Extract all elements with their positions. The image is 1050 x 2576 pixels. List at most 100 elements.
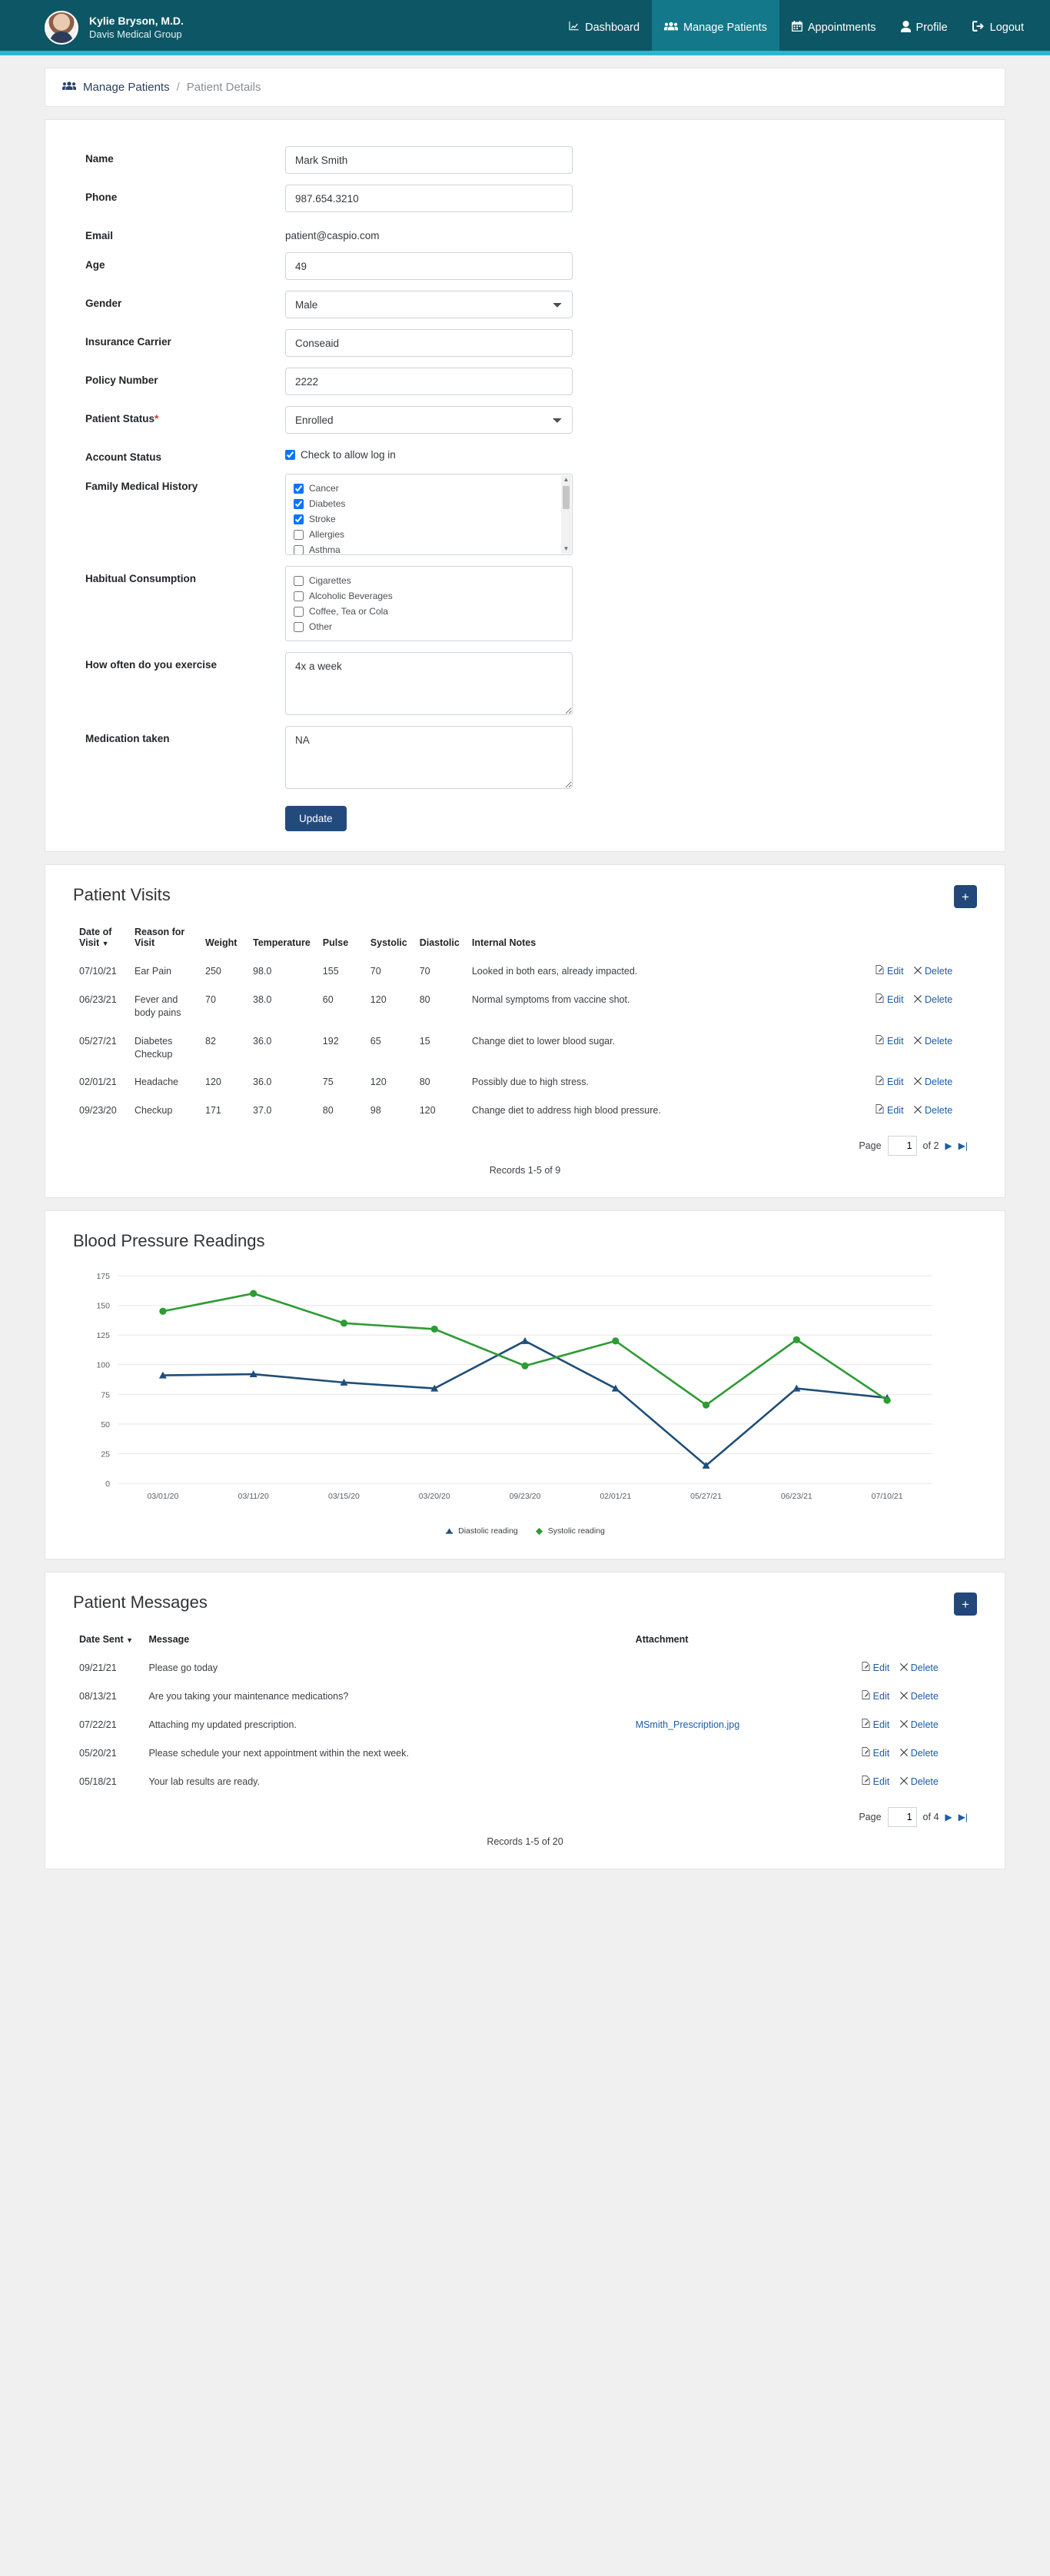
th-internal-notes[interactable]: Internal Notes [466,920,869,957]
edit-link[interactable]: Edit [876,1076,904,1089]
scrollbar-thumb[interactable] [563,486,570,509]
edit-link[interactable]: Edit [876,1104,904,1117]
delete-link[interactable]: Delete [914,1104,952,1117]
close-icon [914,993,922,1007]
delete-link[interactable]: Delete [914,1035,952,1048]
close-icon [900,1690,908,1703]
delete-link[interactable]: Delete [900,1662,939,1675]
edit-link[interactable]: Edit [876,965,904,978]
th-date-of-visit[interactable]: Date of Visit ▼ [73,920,128,957]
list-item[interactable]: Allergies [294,527,564,542]
form-row-email: Email patient@caspio.com [45,223,1005,241]
th-attachment[interactable]: Attachment [630,1628,856,1654]
list-item[interactable]: Asthma [294,542,564,555]
table-row: 06/23/21 Fever and body pains 70 38.0 60… [73,986,977,1027]
list-item[interactable]: Cancer [294,481,564,496]
nav-item-profile[interactable]: Profile [889,0,960,55]
cell-date-sent: 08/13/21 [73,1682,142,1711]
age-input[interactable] [285,252,573,280]
policy-input[interactable] [285,368,573,395]
attachment-link[interactable]: MSmith_Prescription.jpg [636,1719,739,1730]
edit-link[interactable]: Edit [862,1690,890,1703]
insurance-input[interactable] [285,329,573,357]
edit-link[interactable]: Edit [862,1776,890,1789]
family-history-checkbox[interactable] [294,499,304,509]
status-label: Patient Status* [85,406,285,424]
list-item[interactable]: Coffee, Tea or Cola [294,604,564,619]
delete-link[interactable]: Delete [900,1690,939,1703]
delete-link[interactable]: Delete [900,1776,939,1789]
th-message[interactable]: Message [142,1628,629,1654]
delete-link[interactable]: Delete [900,1747,939,1760]
phone-input[interactable] [285,185,573,212]
th-temperature[interactable]: Temperature [247,920,317,957]
status-select[interactable]: Enrolled [285,406,573,434]
family-history-listbox[interactable]: Cancer Diabetes Stroke Allergies Asthma … [285,474,573,555]
allow-login-checkbox[interactable] [285,450,295,460]
next-page-icon[interactable]: ▶ [945,1812,952,1822]
list-item[interactable]: Stroke [294,511,564,527]
cell-actions: Edit Delete [869,986,977,1027]
exercise-textarea[interactable]: 4x a week [285,652,573,715]
family-history-checkbox[interactable] [294,484,304,494]
breadcrumb-parent[interactable]: Manage Patients [83,81,170,94]
th-diastolic[interactable]: Diastolic [414,920,466,957]
svg-text:03/20/20: 03/20/20 [419,1492,450,1501]
habitual-checkbox[interactable] [294,591,304,601]
edit-link[interactable]: Edit [862,1719,890,1732]
nav-item-appointments[interactable]: Appointments [779,0,889,55]
family-history-checkbox[interactable] [294,530,304,540]
listbox-scrollbar[interactable]: ▲ ▼ [561,475,571,554]
nav-item-manage-patients[interactable]: Manage Patients [652,0,779,55]
cell-reason: Fever and body pains [128,986,199,1027]
allow-login-checkbox-row[interactable]: Check to allow log in [285,444,573,461]
family-history-checkbox[interactable] [294,514,304,524]
edit-link[interactable]: Edit [862,1747,890,1760]
th-weight[interactable]: Weight [199,920,247,957]
edit-link[interactable]: Edit [876,993,904,1007]
list-item[interactable]: Diabetes [294,496,564,511]
last-page-icon[interactable]: ▶| [959,1812,968,1822]
delete-link[interactable]: Delete [914,1076,952,1089]
blood-pressure-section: Blood Pressure Readings 0255075100125150… [45,1210,1005,1559]
list-item[interactable]: Other [294,619,564,634]
th-reason-for-visit[interactable]: Reason for Visit [128,920,199,957]
habitual-checkbox[interactable] [294,576,304,586]
list-item[interactable]: Alcoholic Beverages [294,588,564,604]
th-systolic[interactable]: Systolic [364,920,414,957]
close-icon [900,1747,908,1760]
update-button[interactable]: Update [285,806,347,831]
scroll-up-icon[interactable]: ▲ [563,477,570,483]
add-message-button[interactable]: + [954,1593,977,1616]
cell-date-sent: 09/21/21 [73,1654,142,1682]
form-row-habitual: Habitual Consumption Cigarettes Alcoholi… [45,566,1005,641]
edit-link[interactable]: Edit [862,1662,890,1675]
name-input[interactable] [285,146,573,174]
gender-select[interactable]: Male [285,291,573,318]
nav-label: Appointments [808,22,876,34]
list-item[interactable]: Cigarettes [294,573,564,588]
last-page-icon[interactable]: ▶| [959,1140,968,1151]
habitual-checkbox[interactable] [294,622,304,632]
family-history-checkbox[interactable] [294,545,304,555]
th-date-sent[interactable]: Date Sent ▼ [73,1628,142,1654]
patient-visits-table: Date of Visit ▼ Reason for Visit Weight … [73,920,977,1125]
edit-link[interactable]: Edit [876,1035,904,1048]
delete-link[interactable]: Delete [914,993,952,1007]
nav-item-dashboard[interactable]: Dashboard [556,0,652,55]
habitual-listbox[interactable]: Cigarettes Alcoholic Beverages Coffee, T… [285,566,573,641]
nav-item-logout[interactable]: Logout [960,0,1036,55]
th-pulse[interactable]: Pulse [317,920,364,957]
cell-message: Are you taking your maintenance medicati… [142,1682,629,1711]
next-page-icon[interactable]: ▶ [945,1140,952,1151]
add-visit-button[interactable]: + [954,885,977,908]
medication-textarea[interactable]: NA [285,726,573,789]
delete-link[interactable]: Delete [900,1719,939,1732]
brand: Kylie Bryson, M.D. Davis Medical Group [0,11,184,45]
page-input[interactable] [888,1807,917,1827]
page-input[interactable] [888,1136,917,1156]
habitual-checkbox[interactable] [294,607,304,617]
delete-link[interactable]: Delete [914,965,952,978]
cell-pulse: 60 [317,986,364,1027]
scroll-down-icon[interactable]: ▼ [563,546,570,552]
